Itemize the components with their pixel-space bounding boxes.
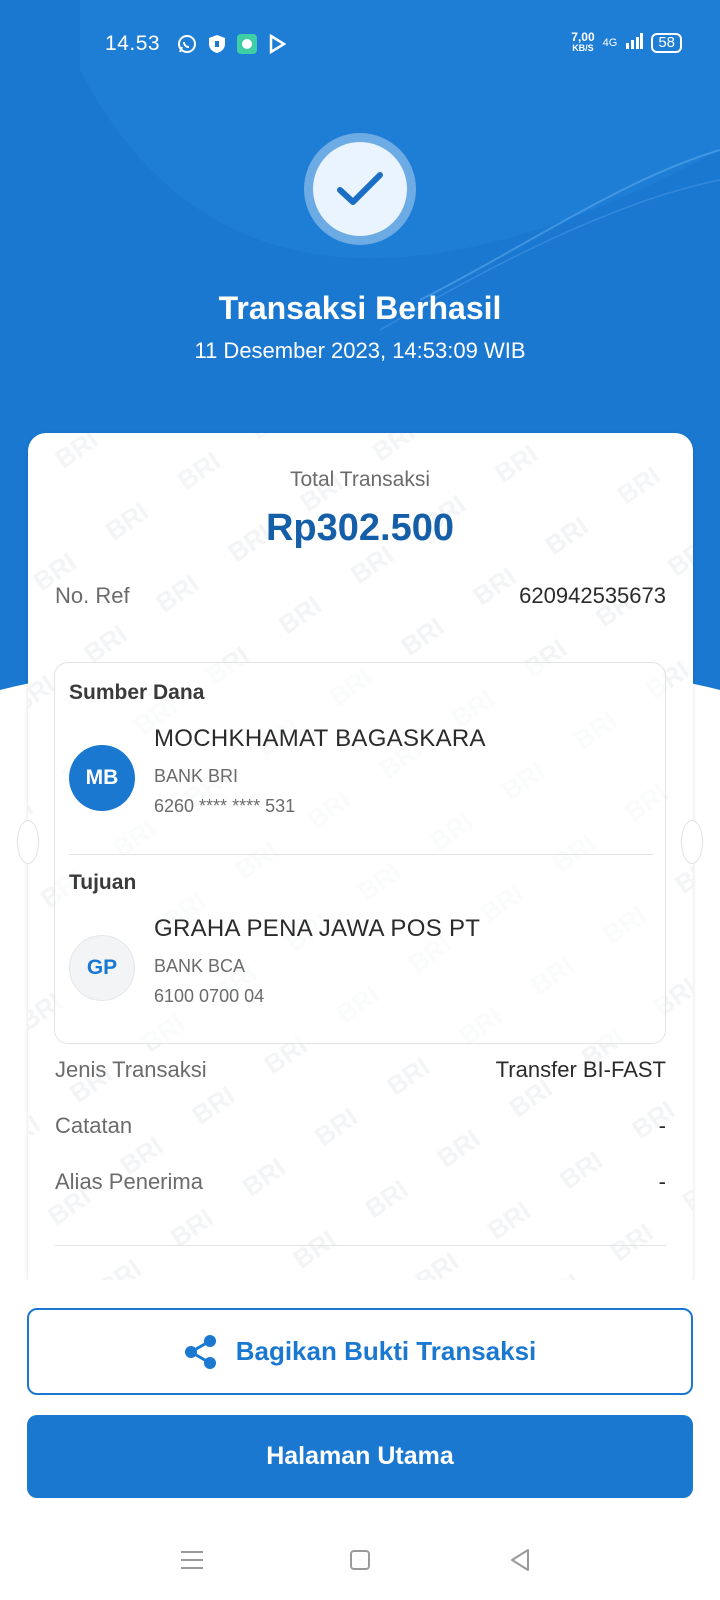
ref-value: 620942535673 xyxy=(519,583,666,608)
share-receipt-button[interactable]: Bagikan Bukti Transaksi xyxy=(27,1308,693,1395)
home-button[interactable]: Halaman Utama xyxy=(27,1415,693,1498)
detail-row: Catatan - xyxy=(55,1113,666,1139)
source-bank: BANK BRI xyxy=(154,766,239,786)
shield-icon xyxy=(206,33,228,55)
detail-value: Transfer BI-FAST xyxy=(495,1057,666,1082)
card-notch-right xyxy=(681,820,703,864)
detail-label: Alias Penerima xyxy=(55,1169,203,1194)
network-type: 4G xyxy=(602,37,618,49)
recent-apps-button[interactable] xyxy=(172,1540,212,1580)
share-receipt-label: Bagikan Bukti Transaksi xyxy=(235,1336,537,1366)
ref-label: No. Ref xyxy=(55,583,130,608)
back-triangle-icon xyxy=(511,1549,529,1571)
success-badge xyxy=(304,133,416,245)
network-speed: 7,00 KB/S xyxy=(571,30,595,54)
destination-bank: BANK BCA xyxy=(154,956,246,976)
whatsapp-icon xyxy=(176,33,198,55)
checkmark-icon xyxy=(337,172,383,205)
ref-row: No. Ref 620942535673 xyxy=(55,583,666,609)
detail-row: Alias Penerima - xyxy=(55,1169,666,1195)
notification-icons xyxy=(176,33,288,55)
detail-value: - xyxy=(658,1169,666,1194)
success-badge-inner xyxy=(313,142,407,236)
battery-indicator: 58 xyxy=(651,33,682,53)
status-bar: 14.53 7,00 KB/S 4G 58 xyxy=(0,0,720,92)
chat-bubble-icon xyxy=(236,33,258,55)
detail-label: Catatan xyxy=(55,1113,133,1138)
home-button-label: Halaman Utama xyxy=(266,1442,454,1470)
destination-account: 6100 0700 04 xyxy=(154,986,265,1006)
source-account: 6260 **** **** 531 xyxy=(154,796,296,816)
detail-row: Jenis Transaksi Transfer BI-FAST xyxy=(55,1057,666,1083)
source-avatar: MB xyxy=(69,745,135,811)
network-speed-unit: KB/S xyxy=(572,43,594,53)
destination-name: GRAHA PENA JAWA POS PT xyxy=(154,915,481,942)
network-speed-value: 7,00 xyxy=(571,30,595,44)
play-store-icon xyxy=(266,33,288,55)
status-time: 14.53 xyxy=(105,32,161,55)
menu-lines-icon xyxy=(181,1551,203,1569)
square-icon xyxy=(350,1550,370,1570)
destination-avatar: GP xyxy=(69,935,135,1001)
total-label: Total Transaksi xyxy=(289,468,431,491)
home-nav-button[interactable] xyxy=(340,1540,380,1580)
signal-icon xyxy=(625,32,644,54)
system-navigation-bar xyxy=(0,1540,720,1580)
detail-label: Jenis Transaksi xyxy=(55,1057,207,1082)
page-title: Transaksi Berhasil xyxy=(218,290,502,326)
system-indicators: 7,00 KB/S 4G 58 xyxy=(571,30,682,54)
parties-divider xyxy=(69,854,653,855)
details-divider xyxy=(55,1245,666,1246)
parties-box: Sumber Dana MB MOCHKHAMAT BAGASKARA BANK… xyxy=(54,662,666,1044)
back-nav-button[interactable] xyxy=(500,1540,540,1580)
card-notch-left xyxy=(17,820,39,864)
transaction-datetime: 11 Desember 2023, 14:53:09 WIB xyxy=(194,338,526,363)
destination-section-title: Tujuan xyxy=(69,871,137,894)
share-icon xyxy=(184,1334,216,1369)
total-amount: Rp302.500 xyxy=(265,507,454,549)
detail-value: - xyxy=(658,1113,666,1138)
source-section-title: Sumber Dana xyxy=(69,681,205,704)
source-name: MOCHKHAMAT BAGASKARA xyxy=(154,725,486,752)
